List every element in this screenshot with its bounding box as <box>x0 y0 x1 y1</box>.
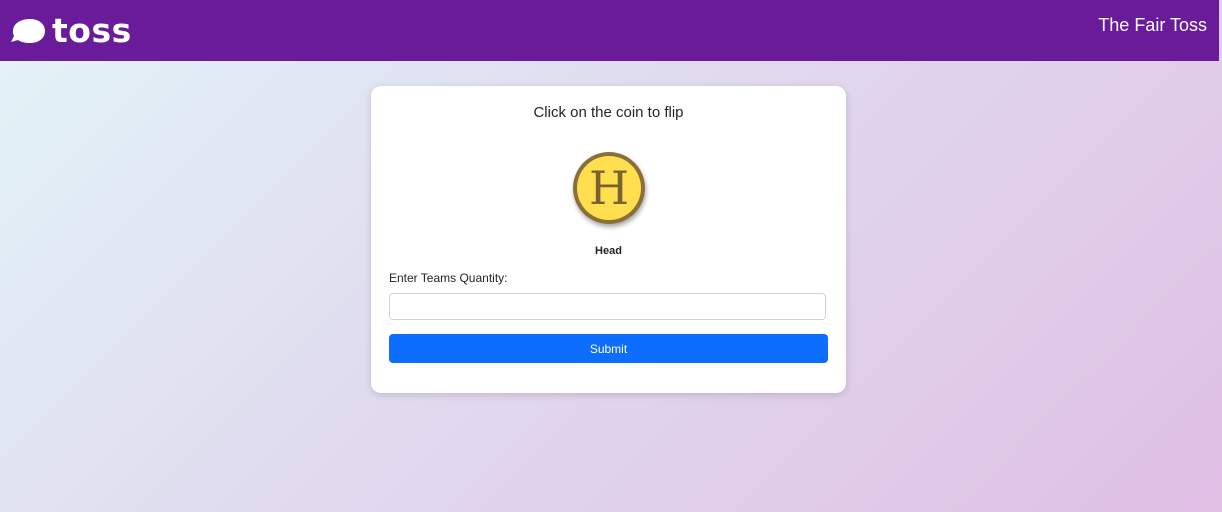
site-title: The Fair Toss <box>1098 15 1207 35</box>
coin-face: H <box>577 156 641 220</box>
flip-instruction: Click on the coin to flip <box>533 104 684 121</box>
logo-text: toss <box>52 11 132 50</box>
coin-button[interactable]: H <box>573 152 645 224</box>
teams-quantity-label: Enter Teams Quantity: <box>389 271 508 285</box>
coin-result-label: Head <box>595 245 622 257</box>
logo[interactable]: toss <box>10 12 132 50</box>
toss-card: Click on the coin to flip H Head Enter T… <box>371 86 846 393</box>
top-navbar: toss The Fair Toss <box>0 0 1219 61</box>
submit-button[interactable]: Submit <box>389 334 828 363</box>
speech-bubble-icon <box>11 19 45 43</box>
teams-quantity-input[interactable] <box>389 293 826 320</box>
